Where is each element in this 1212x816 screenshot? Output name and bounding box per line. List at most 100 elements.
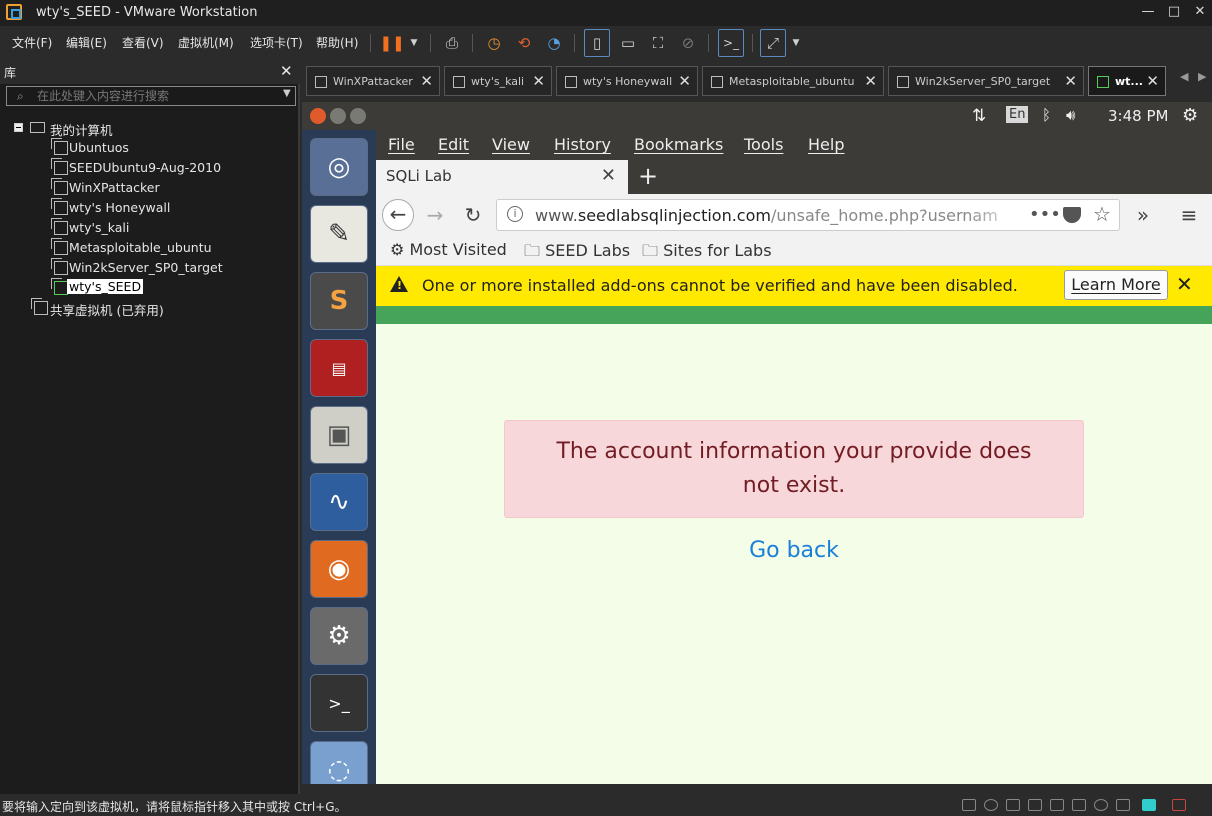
page-actions-ellipsis-icon[interactable]: ••• [1029, 204, 1061, 225]
tree-item-label: wty's_kali [69, 220, 130, 235]
close-icon[interactable]: ✕ [678, 72, 691, 90]
learn-more-button[interactable]: Learn More [1064, 270, 1168, 300]
vm-tab[interactable]: Win2kServer_SP0_target ✕ [888, 66, 1084, 96]
send-ctrl-alt-del-icon[interactable]: ⎙ [440, 31, 464, 55]
vm-tab[interactable]: wty's_kali ✕ [444, 66, 552, 96]
system-settings-icon[interactable]: ⚙ [310, 607, 368, 665]
file-manager-icon[interactable]: ▣ [310, 406, 368, 464]
message-log-icon[interactable] [1142, 799, 1156, 811]
fullscreen-icon[interactable]: ⛶ [646, 31, 670, 55]
keyboard-layout-indicator[interactable]: En [1006, 106, 1029, 123]
clock[interactable]: 3:48 PM [1108, 107, 1168, 125]
vm-tab[interactable]: wty's Honeywall ✕ [556, 66, 698, 96]
network-adapter-icon[interactable] [1006, 799, 1020, 811]
status-bar: 要将输入定向到该虚拟机，请将鼠标指针移入其中或按 Ctrl+G。 [0, 794, 1212, 816]
terminal-icon[interactable]: >_ [310, 674, 368, 732]
url-bar[interactable]: i www.seedlabsqlinjection.com/unsafe_hom… [496, 199, 1120, 231]
close-window-button[interactable]: ✕ [1188, 4, 1212, 19]
ff-menu-help[interactable]: Help [808, 135, 844, 154]
window-minimize-button[interactable] [330, 108, 346, 124]
ff-menu-tools[interactable]: Tools [744, 135, 783, 154]
vm-console[interactable]: ⇅ En ᛒ 🔊︎ 3:48 PM ⚙ ◎ ✎ S ▤ ▣ ∿ ◉ ⚙ >_ ◌… [302, 102, 1212, 784]
folder-icon: 🗀︎ [524, 241, 546, 260]
volume-icon[interactable]: 🔊︎ [1066, 106, 1075, 124]
menu-vm[interactable]: 虚拟机(M) [178, 34, 234, 51]
vm-icon [51, 238, 68, 255]
chevron-down-icon[interactable]: ▼ [283, 88, 291, 99]
menu-file[interactable]: 文件(F) [12, 34, 52, 51]
terminator-icon[interactable]: ▤ [310, 339, 368, 397]
bookmark-sites-for-labs[interactable]: 🗀︎ Sites for Labs [642, 240, 772, 267]
new-tab-plus-icon[interactable]: + [638, 162, 658, 190]
chevron-down-icon[interactable]: ▼ [402, 31, 426, 55]
power-icon[interactable] [1172, 799, 1186, 811]
network-icon[interactable]: ⇅ [972, 106, 986, 126]
close-icon[interactable]: ✕ [1064, 72, 1077, 90]
close-icon[interactable]: ✕ [1146, 72, 1159, 90]
overflow-chevron-icon[interactable]: » [1130, 203, 1156, 229]
bookmark-most-visited[interactable]: ⚙ Most Visited [390, 240, 507, 259]
ff-menu-bookmarks[interactable]: Bookmarks [634, 135, 723, 154]
revert-snapshot-icon[interactable]: ⟲ [512, 31, 536, 55]
hamburger-menu-icon[interactable]: ≡ [1176, 203, 1202, 229]
dash-icon[interactable]: ◎ [310, 138, 368, 196]
vm-tab[interactable]: WinXPattacker ✕ [306, 66, 440, 96]
firefox-icon[interactable]: ◉ [310, 540, 368, 598]
chevron-down-icon[interactable]: ▼ [784, 31, 808, 55]
close-icon[interactable]: ✕ [864, 72, 877, 90]
go-back-link[interactable]: Go back [376, 538, 1212, 563]
trash-icon[interactable]: ◌ [310, 741, 368, 784]
usb-icon[interactable] [1028, 799, 1042, 811]
snapshot-manager-icon[interactable]: ◔ [542, 31, 566, 55]
collapse-icon[interactable] [14, 123, 23, 132]
forward-arrow-icon[interactable]: → [422, 203, 448, 229]
pocket-icon[interactable] [1063, 207, 1081, 223]
menu-view[interactable]: 查看(V) [122, 34, 164, 51]
library-close-button[interactable]: ✕ [280, 62, 293, 80]
vm-tab-active[interactable]: wt... ✕ [1088, 66, 1166, 96]
menu-edit[interactable]: 编辑(E) [66, 34, 107, 51]
bookmark-star-icon[interactable]: ☆ [1093, 202, 1111, 226]
ff-menu-history[interactable]: History [554, 135, 611, 154]
webcam-icon[interactable] [1094, 799, 1108, 811]
snapshot-icon[interactable]: ◷ [482, 31, 506, 55]
firefox-tab-strip: SQLi Lab ✕ + [376, 160, 1212, 194]
close-icon[interactable]: ✕ [532, 72, 545, 90]
ff-menu-file[interactable]: File [388, 135, 415, 154]
close-icon[interactable]: ✕ [601, 165, 616, 186]
firefox-navigation-bar: ← → ↻ i www.seedlabsqlinjection.com/unsa… [376, 194, 1212, 236]
ff-menu-edit[interactable]: Edit [438, 135, 469, 154]
vm-tab[interactable]: Metasploitable_ubuntu ✕ [702, 66, 884, 96]
menu-help[interactable]: 帮助(H) [316, 34, 358, 51]
wireshark-icon[interactable]: ∿ [310, 473, 368, 531]
cd-drive-icon[interactable] [984, 799, 998, 811]
reload-icon[interactable]: ↻ [460, 203, 486, 229]
printer-icon[interactable] [1072, 799, 1086, 811]
unity-icon[interactable]: ⊘ [676, 31, 700, 55]
maximize-button[interactable]: □ [1162, 4, 1186, 19]
bluetooth-icon[interactable]: ᛒ [1042, 106, 1051, 124]
text-editor-icon[interactable]: ✎ [310, 205, 368, 263]
close-icon[interactable]: ✕ [1176, 272, 1193, 296]
close-icon[interactable]: ✕ [420, 72, 433, 90]
sound-card-icon[interactable] [1050, 799, 1064, 811]
back-arrow-icon[interactable]: ← [382, 199, 414, 231]
library-search-input[interactable] [37, 88, 277, 104]
ff-menu-view[interactable]: View [492, 135, 530, 154]
pause-icon[interactable]: ❚❚ [379, 31, 404, 55]
browser-tab[interactable]: SQLi Lab ✕ [376, 160, 628, 194]
settings-gear-icon[interactable]: ⚙ [1182, 105, 1198, 126]
tab-scroll-right-icon[interactable]: ▶ [1198, 70, 1206, 83]
page-content: The account information your provide doe… [376, 324, 1212, 784]
thumbnail-bar-icon[interactable]: ▭ [616, 31, 640, 55]
window-maximize-button[interactable] [350, 108, 366, 124]
menu-tabs[interactable]: 选项卡(T) [250, 34, 303, 51]
sublime-text-icon[interactable]: S [310, 272, 368, 330]
minimize-button[interactable]: — [1136, 4, 1160, 19]
tab-scroll-left-icon[interactable]: ◀ [1180, 70, 1188, 83]
bookmark-seed-labs[interactable]: 🗀︎ SEED Labs [524, 240, 630, 267]
info-icon[interactable]: i [507, 206, 523, 222]
hard-disk-icon[interactable] [962, 799, 976, 811]
window-close-button[interactable] [310, 108, 326, 124]
display-icon[interactable] [1116, 799, 1130, 811]
